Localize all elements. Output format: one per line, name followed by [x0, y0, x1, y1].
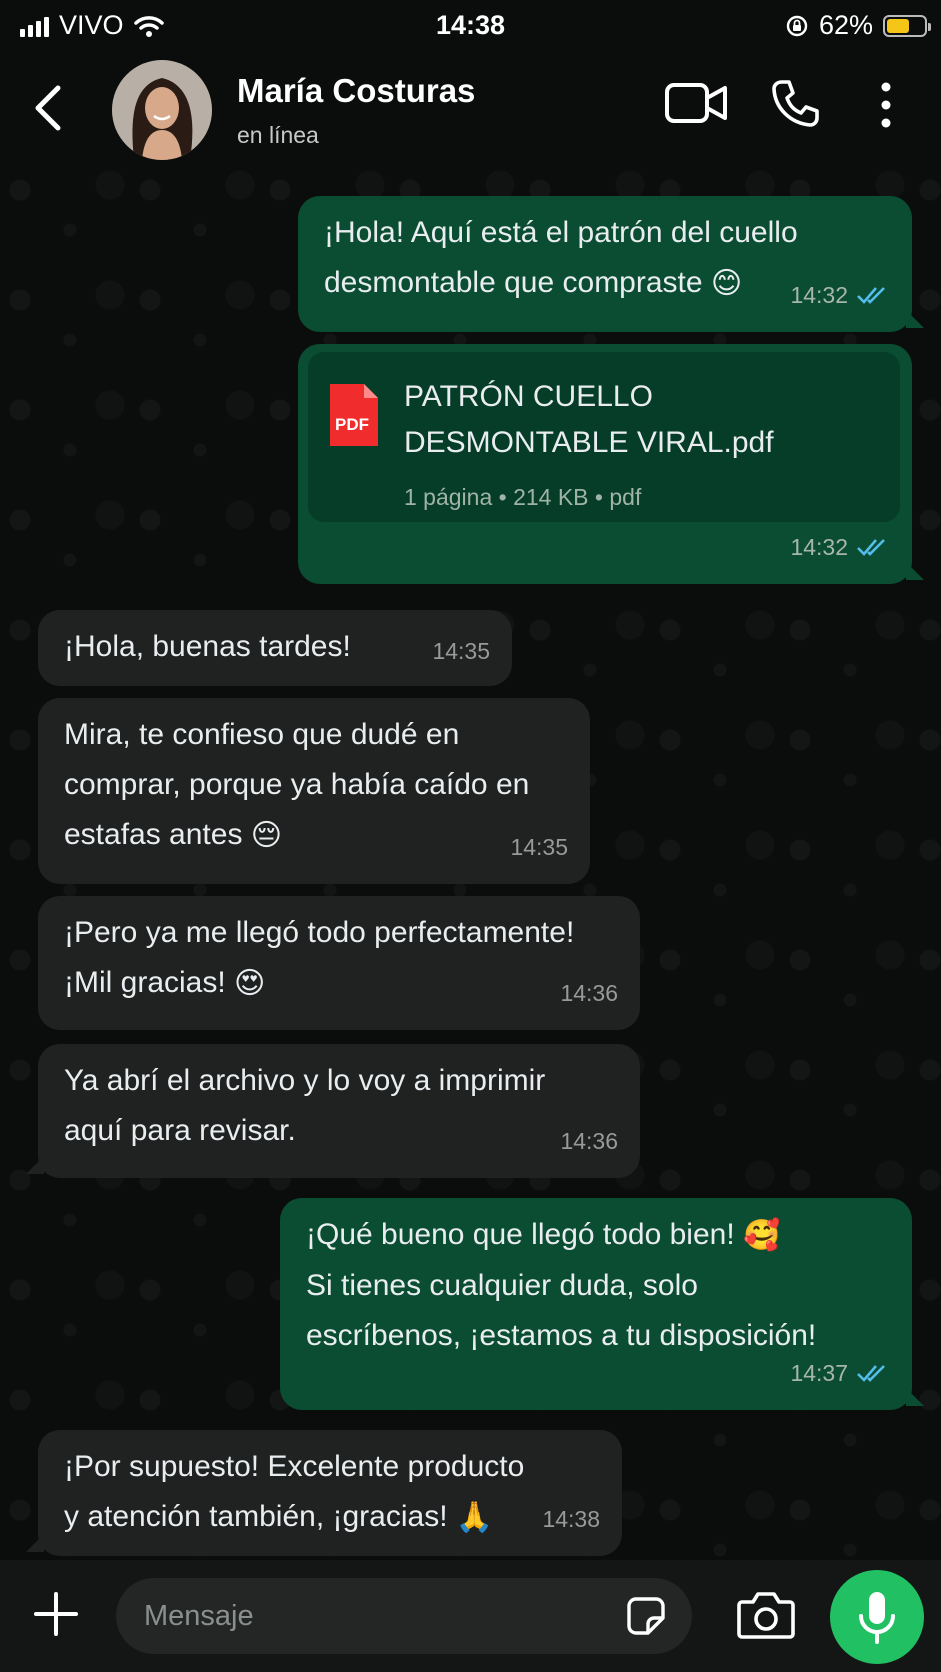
message-text: Ya abrí el archivo y lo voy a imprimir aq…: [64, 1064, 546, 1147]
message-time: 14:37: [790, 1360, 848, 1386]
pensive-face-emoji: 😔: [250, 819, 283, 853]
bubble-tail: [906, 562, 924, 580]
message-bubble-document[interactable]: PDF PATRÓN CUELLO DESMONTABLE VIRAL.pdf 1…: [298, 344, 924, 584]
chat-header: María Costuras en línea: [0, 52, 941, 170]
bubble-tail: [26, 1156, 44, 1174]
message-meta: 14:32: [790, 270, 890, 320]
smiling-face-emoji: 😊: [710, 267, 743, 301]
smiling-face-with-hearts-emoji: 🥰: [743, 1219, 781, 1253]
camera-icon[interactable]: [736, 1590, 796, 1640]
message-input[interactable]: Mensaje: [116, 1578, 692, 1654]
contact-name[interactable]: María Costuras: [237, 72, 475, 110]
back-arrow-icon[interactable]: [28, 80, 68, 136]
message-text: ¡Qué bueno que llegó todo bien! 🥰 Si tien…: [306, 1210, 816, 1361]
svg-text:PDF: PDF: [335, 415, 369, 434]
folded-hands-emoji: 🙏: [455, 1501, 494, 1535]
message-time: 14:38: [542, 1506, 600, 1532]
message-meta: 14:32: [790, 522, 890, 572]
message-bubble-incoming[interactable]: Mira, te confieso que dudé en comprar, po…: [38, 698, 590, 884]
message-bubble-incoming[interactable]: ¡Por supuesto! Excelente producto y atenc…: [26, 1430, 622, 1556]
status-bar: VIVO 14:38 62%: [0, 0, 941, 52]
document-info: 1 página • 214 KB • pdf: [404, 484, 642, 510]
message-text: ¡Por supuesto! Excelente producto y atenc…: [64, 1442, 524, 1543]
phone-icon[interactable]: [770, 78, 820, 128]
status-right: 62%: [785, 10, 931, 41]
read-ticks-icon: [857, 1365, 885, 1382]
message-text: ¡Pero ya me llegó todo perfectamente! ¡Mi…: [64, 908, 574, 1009]
message-time: 14:36: [560, 980, 618, 1006]
message-meta: 14:36: [560, 968, 618, 1018]
battery-icon: [883, 14, 931, 37]
pdf-file-icon: PDF: [330, 384, 378, 446]
document-filename: PATRÓN CUELLO DESMONTABLE VIRAL.pdf: [404, 380, 774, 459]
bubble-tail: [26, 1534, 44, 1552]
rotation-lock-icon: [786, 15, 808, 36]
message-bubble-outgoing[interactable]: ¡Qué bueno que llegó todo bien! 🥰 Si tien…: [280, 1198, 924, 1410]
bubble-tail: [906, 310, 924, 328]
message-input-placeholder: Mensaje: [144, 1600, 254, 1632]
message-meta: 14:37: [790, 1348, 890, 1398]
message-time: 14:35: [510, 834, 568, 860]
message-time: 14:35: [432, 638, 490, 664]
message-bubble-outgoing[interactable]: ¡Hola! Aquí está el patrón del cuello des…: [298, 196, 924, 332]
microphone-icon: [859, 1592, 895, 1644]
voice-record-button[interactable]: [830, 1570, 924, 1664]
document-attachment[interactable]: PDF PATRÓN CUELLO DESMONTABLE VIRAL.pdf 1…: [308, 352, 900, 522]
contact-status: en línea: [237, 122, 319, 148]
message-bubble-incoming[interactable]: ¡Hola, buenas tardes! 14:35: [38, 610, 512, 686]
message-meta: 14:38: [542, 1494, 600, 1544]
plus-icon[interactable]: [34, 1592, 78, 1636]
battery-percent: 62%: [818, 10, 873, 40]
message-meta: 14:35: [510, 822, 568, 872]
more-vertical-icon[interactable]: [876, 82, 896, 128]
battery-fill: [887, 18, 909, 33]
heart-eyes-emoji: 😍: [234, 967, 266, 1001]
message-meta: 14:35: [432, 626, 490, 676]
avatar-image: [112, 60, 212, 160]
message-time: 14:32: [790, 282, 848, 308]
message-time: 14:32: [790, 534, 848, 560]
read-ticks-icon: [857, 539, 885, 556]
message-bubble-incoming[interactable]: ¡Pero ya me llegó todo perfectamente! ¡Mi…: [38, 896, 640, 1030]
message-bubble-incoming[interactable]: Ya abrí el archivo y lo voy a imprimir aq…: [26, 1044, 640, 1178]
compose-bar: Mensaje: [0, 1560, 941, 1672]
message-text: ¡Hola! Aquí está el patrón del cuello des…: [324, 208, 798, 309]
message-list[interactable]: ¡Hola! Aquí está el patrón del cuello des…: [0, 170, 941, 1560]
video-call-icon[interactable]: [664, 82, 728, 124]
avatar[interactable]: [112, 60, 212, 160]
message-text: Mira, te confieso que dudé en comprar, po…: [64, 710, 529, 861]
message-time: 14:36: [560, 1128, 618, 1154]
message-text: ¡Hola, buenas tardes!: [64, 630, 351, 663]
sticker-icon[interactable]: [626, 1596, 666, 1636]
bubble-tail: [906, 1388, 924, 1406]
message-meta: 14:36: [560, 1116, 618, 1166]
read-ticks-icon: [857, 287, 885, 304]
